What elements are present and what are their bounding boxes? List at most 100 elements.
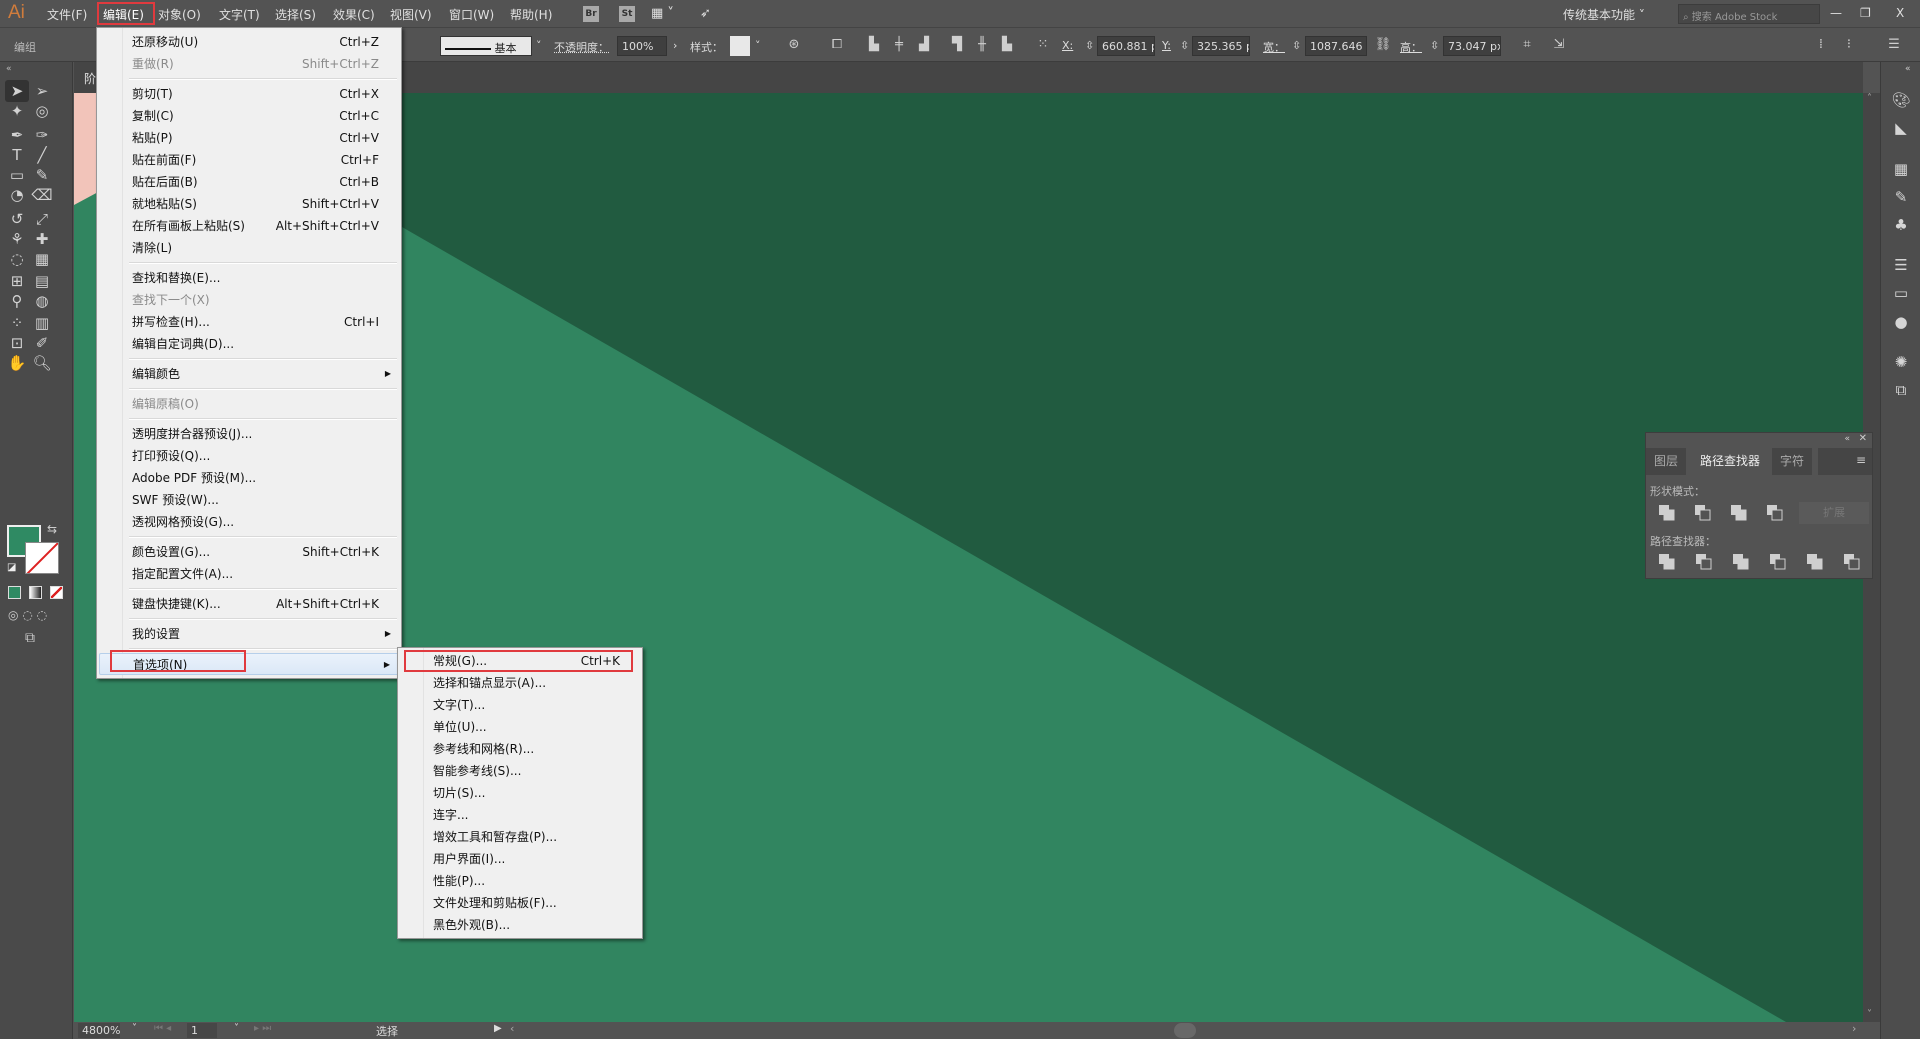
opacity-arrow-icon[interactable]: › <box>673 39 677 52</box>
preferences-menu-item[interactable]: 性能(P)... <box>400 870 640 892</box>
artboard-tool-icon[interactable]: ⊡ <box>5 332 29 354</box>
edit-menu-item[interactable]: 清除(L) <box>99 237 399 259</box>
preferences-menu-item[interactable]: 单位(U)... <box>400 716 640 738</box>
edit-menu-item[interactable]: 首选项(N) ▶ <box>99 653 399 675</box>
preferences-menu-item[interactable]: 智能参考线(S)... <box>400 760 640 782</box>
graphic-styles-icon[interactable]: ⧉ <box>1891 380 1911 400</box>
opacity-input[interactable]: 100% <box>617 36 667 56</box>
arrange-icon[interactable]: ⁞ <box>1812 36 1830 54</box>
scale-tool-icon[interactable]: ⤢ <box>30 208 54 230</box>
menu-effect[interactable]: 效果(C) <box>333 6 375 23</box>
align-hcenter-icon[interactable]: ╪ <box>890 36 908 54</box>
swap-fill-stroke-icon[interactable]: ⇆ <box>47 522 57 536</box>
close-icon[interactable]: ✕ <box>1859 433 1867 444</box>
close-button[interactable]: X <box>1896 6 1904 20</box>
y-input[interactable]: 325.365 p <box>1192 36 1250 56</box>
type-tool-icon[interactable]: T <box>5 144 29 166</box>
edit-menu-item[interactable]: 指定配置文件(A)... <box>99 563 399 585</box>
align-top-icon[interactable]: ▜ <box>948 36 966 54</box>
perspective-grid-tool-icon[interactable]: ▦ <box>30 248 54 270</box>
magic-wand-tool-icon[interactable]: ✦ <box>5 100 29 122</box>
gradient-tool-icon[interactable]: ▤ <box>30 270 54 292</box>
chevron-down-icon[interactable]: ˅ <box>234 1023 239 1034</box>
menu-help[interactable]: 帮助(H) <box>510 6 552 23</box>
stock-search-input[interactable]: ⌕ 搜索 Adobe Stock <box>1678 4 1820 24</box>
last-artboard-icon[interactable]: ▸ ⏭ <box>254 1023 271 1034</box>
document-tab[interactable]: 阶 <box>84 70 96 87</box>
rotate-tool-icon[interactable]: ↺ <box>5 208 29 230</box>
tab-pathfinder[interactable]: 路径查找器 <box>1692 448 1769 475</box>
preferences-menu-item[interactable]: 常规(G)... Ctrl+K <box>400 650 640 672</box>
gpu-performance-icon[interactable]: ➶ <box>700 6 711 21</box>
transparency-icon[interactable]: ● <box>1891 312 1911 332</box>
chevron-down-icon[interactable]: ˅ <box>132 1023 137 1034</box>
pathfinder-button-6[interactable] <box>1843 553 1861 571</box>
align-to-icon[interactable]: ⧠ <box>828 36 846 54</box>
curvature-tool-icon[interactable]: ✑ <box>30 124 54 146</box>
constrain-proportions-icon[interactable]: ⛓ <box>1374 36 1392 54</box>
edit-menu-item[interactable]: SWF 预设(W)... <box>99 489 399 511</box>
lasso-tool-icon[interactable]: ◎ <box>30 100 54 122</box>
chevron-down-icon[interactable]: ˅ <box>755 39 761 52</box>
edit-menu-item[interactable]: 贴在后面(B) Ctrl+B <box>99 171 399 193</box>
gradient-icon[interactable]: ▭ <box>1891 283 1911 303</box>
preferences-menu-item[interactable]: 切片(S)... <box>400 782 640 804</box>
preferences-menu-item[interactable]: 用户界面(I)... <box>400 848 640 870</box>
selection-tool-icon[interactable]: ➤ <box>5 80 29 102</box>
color-mode-button[interactable] <box>8 586 21 599</box>
opacity-label[interactable]: 不透明度： <box>554 39 609 55</box>
width-input[interactable]: 1087.646 <box>1305 36 1367 56</box>
scroll-left-icon[interactable]: ‹ <box>510 1022 514 1035</box>
zoom-level-input[interactable]: 4800% <box>78 1023 120 1038</box>
rectangle-tool-icon[interactable]: ▭ <box>5 164 29 186</box>
panel-menu-icon[interactable]: ≡ <box>1856 453 1866 467</box>
height-input[interactable]: 73.047 px <box>1443 36 1501 56</box>
slice-tool-icon[interactable]: ✐ <box>30 332 54 354</box>
align-vcenter-icon[interactable]: ╫ <box>973 36 991 54</box>
isolate-icon[interactable]: ⇲ <box>1550 36 1568 54</box>
stepper-icon[interactable]: ⇳ <box>1085 39 1094 52</box>
arrange-documents-icon[interactable]: ▦ ˅ <box>651 6 674 21</box>
swatches-icon[interactable]: ▦ <box>1891 159 1911 179</box>
mesh-tool-icon[interactable]: ⊞ <box>5 270 29 292</box>
draw-normal-icon[interactable]: ◎ ◌ ◌ <box>8 608 47 622</box>
panel-toggle-icon[interactable]: ⁝ <box>1840 36 1858 54</box>
symbol-sprayer-tool-icon[interactable]: ⁘ <box>5 312 29 334</box>
symbols-icon[interactable]: ♣ <box>1891 215 1911 235</box>
stroke-profile-select[interactable]: 基本 <box>440 36 532 56</box>
artboard-number-input[interactable]: 1 <box>187 1023 217 1038</box>
pathfinder-button-5[interactable] <box>1806 553 1824 571</box>
shape-builder-tool-icon[interactable]: ◌ <box>5 248 29 270</box>
edit-menu-item[interactable]: 编辑颜色 ▶ <box>99 363 399 385</box>
edit-menu-item[interactable]: 拼写检查(H)... Ctrl+I <box>99 311 399 333</box>
default-colors-icon[interactable]: ◪ <box>7 562 16 573</box>
bridge-button[interactable]: Br <box>583 6 599 22</box>
collapse-icon[interactable]: « <box>1844 434 1850 444</box>
blend-tool-icon[interactable]: ◍ <box>30 290 54 312</box>
none-mode-button[interactable] <box>50 586 63 599</box>
restore-button[interactable]: ❐ <box>1860 6 1871 20</box>
brushes-icon[interactable]: ✎ <box>1891 187 1911 207</box>
menu-view[interactable]: 视图(V) <box>390 6 432 23</box>
edit-menu-item[interactable]: 打印预设(Q)... <box>99 445 399 467</box>
style-swatch[interactable] <box>730 36 750 56</box>
edit-menu-item[interactable]: 剪切(T) Ctrl+X <box>99 83 399 105</box>
edit-menu-item[interactable]: 查找和替换(E)... <box>99 267 399 289</box>
recolor-artwork-icon[interactable]: ⊛ <box>785 36 803 54</box>
zoom-tool-icon[interactable]: 🔍︎ <box>30 352 54 374</box>
direct-selection-tool-icon[interactable]: ➢ <box>30 80 54 102</box>
edit-menu-item[interactable]: 还原移动(U) Ctrl+Z <box>99 31 399 53</box>
shape-mode-button-4[interactable] <box>1766 504 1784 522</box>
gradient-mode-button[interactable] <box>29 586 42 599</box>
preferences-menu-item[interactable]: 参考线和网格(R)... <box>400 738 640 760</box>
preferences-menu-item[interactable]: 文字(T)... <box>400 694 640 716</box>
edit-menu-item[interactable]: 键盘快捷键(K)... Alt+Shift+Ctrl+K <box>99 593 399 615</box>
edit-menu-item[interactable]: 就地粘贴(S) Shift+Ctrl+V <box>99 193 399 215</box>
scroll-down-icon[interactable]: ˅ <box>1867 1009 1872 1020</box>
edit-menu-item[interactable]: 我的设置 ▶ <box>99 623 399 645</box>
status-menu-arrow-icon[interactable]: ▶ <box>494 1023 502 1034</box>
first-artboard-icon[interactable]: ⏮ ◂ <box>154 1023 171 1034</box>
horizontal-scroll-thumb[interactable] <box>1174 1023 1196 1038</box>
shaper-tool-icon[interactable]: ◔ <box>5 184 29 206</box>
menu-edit[interactable]: 编辑(E) <box>103 6 144 23</box>
